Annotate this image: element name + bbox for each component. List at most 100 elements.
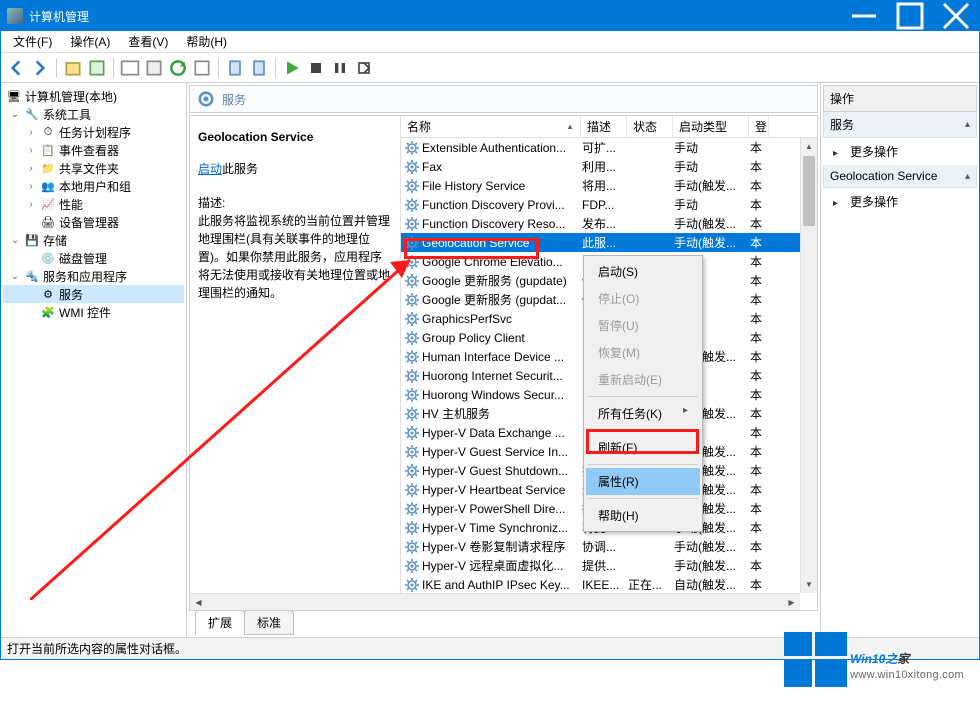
- gear-icon: [404, 501, 420, 517]
- tree-task-scheduler[interactable]: ›⏱任务计划程序: [3, 123, 184, 141]
- list-header[interactable]: 名称▲ 描述 状态 启动类型 登: [401, 116, 817, 138]
- minimize-button[interactable]: [841, 1, 887, 31]
- col-startup[interactable]: 启动类型: [673, 116, 749, 137]
- context-menu[interactable]: 启动(S) 停止(O) 暂停(U) 恢复(M) 重新启动(E) 所有任务(K)▸…: [583, 255, 703, 532]
- expand-icon[interactable]: ›: [25, 127, 37, 138]
- scroll-down-icon[interactable]: ▼: [801, 576, 817, 593]
- tree-disk-management[interactable]: 💿磁盘管理: [3, 249, 184, 267]
- cell-startup: 手动: [674, 158, 750, 175]
- actions-more-1[interactable]: 更多操作: [823, 138, 977, 165]
- ctx-start[interactable]: 启动(S): [586, 258, 700, 285]
- expand-icon[interactable]: ›: [25, 181, 37, 192]
- detail-pane: Geolocation Service 启动此服务 描述: 此服务将监视系统的当…: [190, 116, 400, 610]
- tree-local-users[interactable]: ›👥本地用户和组: [3, 177, 184, 195]
- back-button[interactable]: [5, 57, 27, 79]
- cell-logon: 本: [750, 500, 770, 517]
- toolbar-button[interactable]: [224, 57, 246, 79]
- service-row[interactable]: Function Discovery Reso...发布...手动(触发...本: [401, 214, 817, 233]
- tree-system-tools[interactable]: ⌄🔧系统工具: [3, 105, 184, 123]
- cell-desc: 协调...: [582, 538, 628, 555]
- menu-view[interactable]: 查看(V): [120, 31, 176, 52]
- scroll-left-icon[interactable]: ◀: [190, 594, 207, 610]
- col-logon[interactable]: 登: [749, 116, 769, 137]
- ctx-properties[interactable]: 属性(R): [586, 468, 700, 495]
- col-desc[interactable]: 描述: [581, 116, 627, 137]
- tree-shared-folders[interactable]: ›📁共享文件夹: [3, 159, 184, 177]
- cell-desc: 提供...: [582, 557, 628, 574]
- cell-name: Hyper-V PowerShell Dire...: [422, 502, 582, 516]
- cell-name: Function Discovery Provi...: [422, 198, 582, 212]
- service-row[interactable]: Fax利用...手动本: [401, 157, 817, 176]
- close-button[interactable]: [933, 1, 979, 31]
- maximize-button[interactable]: [887, 1, 933, 31]
- toolbar-separator: [275, 58, 276, 78]
- tree-device-manager[interactable]: 🖨设备管理器: [3, 213, 184, 231]
- titlebar[interactable]: 计算机管理: [1, 1, 979, 31]
- service-row[interactable]: Geolocation Service此服...手动(触发...本: [401, 233, 817, 252]
- pause-button[interactable]: [329, 57, 351, 79]
- service-row[interactable]: IKE and AuthIP IPsec Key...IKEE...正在...自…: [401, 575, 817, 594]
- tab-standard[interactable]: 标准: [244, 610, 294, 635]
- scroll-right-icon[interactable]: ▶: [783, 594, 800, 610]
- tree-root[interactable]: 🖥计算机管理(本地): [3, 87, 184, 105]
- detail-title: Geolocation Service: [198, 128, 392, 146]
- menu-action[interactable]: 操作(A): [62, 31, 118, 52]
- service-row[interactable]: Hyper-V 卷影复制请求程序协调...手动(触发...本: [401, 537, 817, 556]
- ctx-refresh[interactable]: 刷新(F): [586, 434, 700, 461]
- scroll-thumb[interactable]: [803, 156, 815, 226]
- stop-button[interactable]: [305, 57, 327, 79]
- col-name[interactable]: 名称▲: [401, 116, 581, 137]
- horizontal-scrollbar[interactable]: ◀ ▶: [190, 593, 800, 610]
- refresh-button[interactable]: [167, 57, 189, 79]
- play-button[interactable]: [281, 57, 303, 79]
- col-status[interactable]: 状态: [627, 116, 673, 137]
- menu-help[interactable]: 帮助(H): [178, 31, 235, 52]
- scroll-up-icon[interactable]: ▲: [801, 138, 817, 155]
- service-row[interactable]: Extensible Authentication...可扩...手动本: [401, 138, 817, 157]
- tree-performance[interactable]: ›📈性能: [3, 195, 184, 213]
- export-button[interactable]: [143, 57, 165, 79]
- gear-icon: [404, 577, 420, 593]
- tree-event-viewer[interactable]: ›📋事件查看器: [3, 141, 184, 159]
- toolbar-separator: [113, 58, 114, 78]
- toolbar-separator: [218, 58, 219, 78]
- cell-logon: 本: [750, 367, 770, 384]
- expand-icon[interactable]: ›: [25, 163, 37, 174]
- tree-storage[interactable]: ⌄💾存储: [3, 231, 184, 249]
- service-row[interactable]: File History Service将用...手动(触发...本: [401, 176, 817, 195]
- cell-logon: 本: [750, 329, 770, 346]
- wmi-icon: 🧩: [40, 304, 56, 320]
- show-hide-button[interactable]: [119, 57, 141, 79]
- cell-desc: 此服...: [582, 234, 628, 251]
- up-button[interactable]: [62, 57, 84, 79]
- tree-services-apps[interactable]: ⌄🔩服务和应用程序: [3, 267, 184, 285]
- cell-logon: 本: [750, 215, 770, 232]
- actions-section-services[interactable]: 服务▴: [823, 112, 977, 138]
- actions-more-2[interactable]: 更多操作: [823, 188, 977, 215]
- ctx-alltasks[interactable]: 所有任务(K)▸: [586, 400, 700, 427]
- tab-extended[interactable]: 扩展: [195, 610, 245, 635]
- cell-desc: IKEE...: [582, 578, 628, 592]
- service-row[interactable]: Hyper-V 远程桌面虚拟化...提供...手动(触发...本: [401, 556, 817, 575]
- restart-button[interactable]: [353, 57, 375, 79]
- expand-icon[interactable]: ›: [25, 145, 37, 156]
- vertical-scrollbar[interactable]: ▲ ▼: [800, 138, 817, 593]
- actions-section-selected[interactable]: Geolocation Service▴: [823, 165, 977, 188]
- toolbar-button[interactable]: [248, 57, 270, 79]
- tree-wmi-control[interactable]: 🧩WMI 控件: [3, 303, 184, 321]
- collapse-icon[interactable]: ⌄: [9, 271, 21, 282]
- tree-services[interactable]: ⚙服务: [3, 285, 184, 303]
- expand-icon[interactable]: ›: [25, 199, 37, 210]
- forward-button[interactable]: [29, 57, 51, 79]
- menu-file[interactable]: 文件(F): [5, 31, 60, 52]
- help-button[interactable]: [191, 57, 213, 79]
- collapse-icon[interactable]: ⌄: [9, 235, 21, 246]
- service-row[interactable]: Function Discovery Provi...FDP...手动本: [401, 195, 817, 214]
- start-link[interactable]: 启动: [198, 162, 222, 176]
- nav-tree[interactable]: 🖥计算机管理(本地) ⌄🔧系统工具 ›⏱任务计划程序 ›📋事件查看器 ›📁共享文…: [1, 83, 187, 637]
- ctx-help[interactable]: 帮助(H): [586, 502, 700, 529]
- properties-button[interactable]: [86, 57, 108, 79]
- cell-desc: 将用...: [582, 177, 628, 194]
- collapse-icon[interactable]: ⌄: [9, 109, 21, 120]
- cell-logon: 本: [750, 139, 770, 156]
